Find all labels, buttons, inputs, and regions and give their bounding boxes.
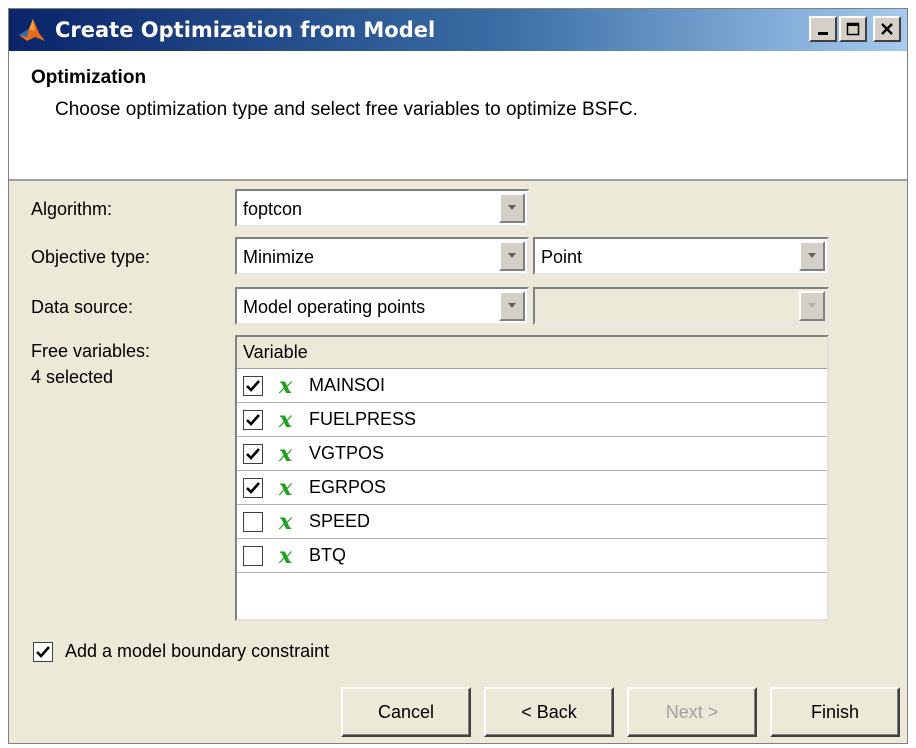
chevron-down-icon xyxy=(508,253,516,258)
variable-name: EGRPOS xyxy=(309,477,387,497)
data-source-sub-dropdown-button xyxy=(799,291,825,321)
data-source-dropdown-button[interactable] xyxy=(499,291,525,321)
variable-symbol-icon: x xyxy=(279,508,293,535)
algorithm-value: foptcon xyxy=(243,199,303,219)
maximize-icon xyxy=(846,22,860,36)
variable-checkbox[interactable] xyxy=(243,443,263,464)
header-description: Choose optimization type and select free… xyxy=(55,99,638,120)
dialog-header: Optimization Choose optimization type an… xyxy=(9,51,907,181)
chevron-down-icon xyxy=(808,303,816,308)
header-title: Optimization xyxy=(31,67,147,88)
check-icon xyxy=(246,413,260,426)
cancel-button[interactable]: Cancel xyxy=(341,687,471,737)
objective-subtype-dropdown-button[interactable] xyxy=(799,241,825,271)
variables-table[interactable]: Variable x MAINSOI x FUELPRESS x VGTPOS x EGRPO… xyxy=(235,335,829,621)
variable-column-header[interactable]: Variable xyxy=(237,337,827,369)
check-icon xyxy=(36,645,50,658)
check-icon xyxy=(246,379,260,392)
boundary-constraint-checkbox[interactable]: Add a model boundary constraint xyxy=(33,641,329,662)
table-row[interactable]: x SPEED xyxy=(237,505,827,539)
data-source-sub-select xyxy=(533,287,829,325)
variable-name: VGTPOS xyxy=(309,443,385,463)
table-row[interactable]: x EGRPOS xyxy=(237,471,827,505)
table-row[interactable]: x FUELPRESS xyxy=(237,403,827,437)
chevron-down-icon xyxy=(508,205,516,210)
objective-type-select[interactable]: Minimize xyxy=(235,237,529,275)
data-source-value: Model operating points xyxy=(243,297,426,317)
close-icon xyxy=(881,23,893,35)
title-bar[interactable]: Create Optimization from Model xyxy=(9,9,907,51)
finish-button[interactable]: Finish xyxy=(770,687,900,737)
variable-symbol-icon: x xyxy=(279,406,293,433)
variable-checkbox[interactable] xyxy=(243,477,263,498)
variable-symbol-icon: x xyxy=(279,474,293,501)
variable-name: SPEED xyxy=(309,511,371,531)
check-icon xyxy=(246,481,260,494)
minimize-button[interactable] xyxy=(809,16,837,42)
variable-symbol-icon: x xyxy=(279,542,293,569)
close-button[interactable] xyxy=(873,16,901,42)
variable-checkbox[interactable] xyxy=(243,511,263,532)
free-variables-label: Free variables: xyxy=(31,341,151,361)
back-button[interactable]: < Back xyxy=(484,687,614,737)
data-source-select[interactable]: Model operating points xyxy=(235,287,529,325)
variable-checkbox[interactable] xyxy=(243,545,263,566)
next-button[interactable]: Next > xyxy=(627,687,757,737)
table-row[interactable]: x BTQ xyxy=(237,539,827,573)
variable-name: MAINSOI xyxy=(309,375,386,395)
algorithm-dropdown-button[interactable] xyxy=(499,193,525,223)
maximize-button[interactable] xyxy=(839,16,867,42)
data-source-label: Data source: xyxy=(31,297,134,317)
boundary-constraint-label: Add a model boundary constraint xyxy=(65,641,330,661)
check-icon xyxy=(246,447,260,460)
table-row[interactable]: x MAINSOI xyxy=(237,369,827,403)
objective-type-dropdown-button[interactable] xyxy=(499,241,525,271)
variable-checkbox[interactable] xyxy=(243,375,263,396)
variable-name: BTQ xyxy=(309,545,347,565)
window-title: Create Optimization from Model xyxy=(55,18,436,42)
objective-type-value: Minimize xyxy=(243,247,315,267)
variable-symbol-icon: x xyxy=(279,440,293,467)
objective-subtype-value: Point xyxy=(541,247,583,267)
free-variables-count: 4 selected xyxy=(31,367,114,387)
objective-subtype-select[interactable]: Point xyxy=(533,237,829,275)
dialog-window: Create Optimization from Model Optimizat… xyxy=(8,8,908,744)
table-row[interactable]: x VGTPOS xyxy=(237,437,827,471)
variable-checkbox[interactable] xyxy=(243,409,263,430)
chevron-down-icon xyxy=(808,253,816,258)
variable-symbol-icon: x xyxy=(279,372,293,399)
algorithm-label: Algorithm: xyxy=(31,199,113,219)
variable-name: FUELPRESS xyxy=(309,409,417,429)
chevron-down-icon xyxy=(508,303,516,308)
boundary-checkbox-box[interactable] xyxy=(33,641,53,662)
objective-type-label: Objective type: xyxy=(31,247,151,267)
minimize-icon xyxy=(818,32,828,35)
matlab-icon xyxy=(19,19,45,41)
algorithm-select[interactable]: foptcon xyxy=(235,189,529,227)
